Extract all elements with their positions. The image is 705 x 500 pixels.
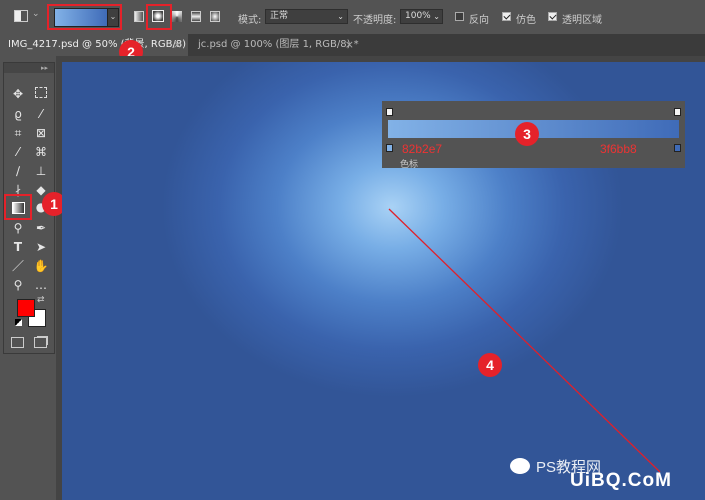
mode-select[interactable]: 正常 ⌄ xyxy=(265,9,348,24)
dither-label: 仿色 xyxy=(516,15,536,26)
highlight-radial-button xyxy=(146,4,172,30)
eyedropper-icon[interactable]: ⁄ xyxy=(9,143,27,161)
annotation-badge-3: 3 xyxy=(515,122,539,146)
chevron-down-icon: ⌄ xyxy=(433,12,440,21)
watermark-brand: UiBQ.CoM xyxy=(570,470,672,491)
path-select-icon[interactable]: ➤ xyxy=(32,238,50,256)
diamond-gradient-button[interactable] xyxy=(210,11,220,22)
close-icon[interactable]: × xyxy=(345,34,354,56)
transparency-checkbox[interactable] xyxy=(548,12,557,21)
reflected-gradient-button[interactable] xyxy=(191,11,201,22)
screen-mode-icon[interactable] xyxy=(34,337,47,348)
frame-icon[interactable]: ⊠ xyxy=(32,124,50,142)
angle-gradient-button[interactable] xyxy=(172,11,182,22)
brush-icon[interactable]: ∕ xyxy=(9,162,27,180)
highlight-gradient-picker xyxy=(47,4,122,30)
annotation-badge-4: 4 xyxy=(478,353,502,377)
color-stop-left[interactable] xyxy=(386,144,393,152)
opacity-label: 不透明度: xyxy=(353,15,397,26)
highlight-gradient-tool xyxy=(4,194,32,220)
pen-icon[interactable]: ✒ xyxy=(32,219,50,237)
quick-mask-icon[interactable] xyxy=(11,337,24,348)
color-stop-right[interactable] xyxy=(674,144,681,152)
linear-gradient-button[interactable] xyxy=(134,11,144,22)
swap-colors-icon[interactable]: ⇄ xyxy=(37,295,45,305)
mode-label: 模式: xyxy=(238,15,262,26)
chevron-down-icon: ⌄ xyxy=(337,12,344,21)
more-tools-icon[interactable]: … xyxy=(32,276,50,294)
zoom-icon[interactable]: ⚲ xyxy=(9,276,27,294)
opacity-field[interactable]: 100% ⌄ xyxy=(400,9,443,24)
line-icon[interactable]: ／ xyxy=(9,257,27,275)
crop-icon[interactable]: ⌗ xyxy=(9,124,27,142)
lasso-icon[interactable]: ϱ xyxy=(9,105,27,123)
opacity-stop-left[interactable] xyxy=(386,108,393,116)
document-tab-bar: IMG_4217.psd @ 50% (背景, RGB/8) * × jc.ps… xyxy=(0,34,705,72)
reverse-checkbox[interactable] xyxy=(455,12,464,21)
close-icon[interactable]: × xyxy=(173,34,182,56)
right-stop-hex: 3f6bb8 xyxy=(600,142,637,156)
opacity-stop-right[interactable] xyxy=(674,108,681,116)
move-icon[interactable]: ✥ xyxy=(9,85,27,103)
opacity-value: 100% xyxy=(405,11,431,21)
tab-jc[interactable]: jc.psd @ 100% (图层 1, RGB/8) * × xyxy=(190,34,360,56)
marquee-icon[interactable] xyxy=(32,85,50,103)
magic-wand-icon[interactable]: ⁄ xyxy=(32,105,50,123)
tool-preset-icon[interactable] xyxy=(14,10,28,22)
color-stops-label: 色标 xyxy=(400,160,419,170)
wechat-icon xyxy=(510,458,530,474)
stamp-icon[interactable]: ⊥ xyxy=(32,162,50,180)
mode-value: 正常 xyxy=(270,11,289,21)
tab-label: jc.psd @ 100% (图层 1, RGB/8) * xyxy=(198,39,359,50)
left-stop-hex: 82b2e7 xyxy=(402,142,443,156)
reverse-label: 反向 xyxy=(469,15,489,26)
watermark: PS教程网 UiBQ.CoM xyxy=(510,454,700,496)
chevron-down-icon[interactable]: ⌄ xyxy=(32,9,40,19)
type-icon[interactable]: T xyxy=(9,238,27,256)
default-colors-icon[interactable] xyxy=(15,319,22,326)
foreground-color-swatch[interactable] xyxy=(17,299,35,317)
hand-icon[interactable]: ✋ xyxy=(32,257,50,275)
transparency-label: 透明区域 xyxy=(562,15,602,26)
options-bar: ⌄ ⌄ 模式: 正常 ⌄ 不透明度: 100% ⌄ 反向 仿色 透明区域 xyxy=(0,0,705,35)
dodge-icon[interactable]: ⚲ xyxy=(9,219,27,237)
tab-img-4217[interactable]: IMG_4217.psd @ 50% (背景, RGB/8) * × xyxy=(0,34,188,72)
toolbox-header[interactable]: ▸▸ xyxy=(4,63,54,73)
gradient-editor-bar: 82b2e7 3f6bb8 色标 3 xyxy=(382,101,685,170)
dither-checkbox[interactable] xyxy=(502,12,511,21)
healing-brush-icon[interactable]: ⌘ xyxy=(32,143,50,161)
